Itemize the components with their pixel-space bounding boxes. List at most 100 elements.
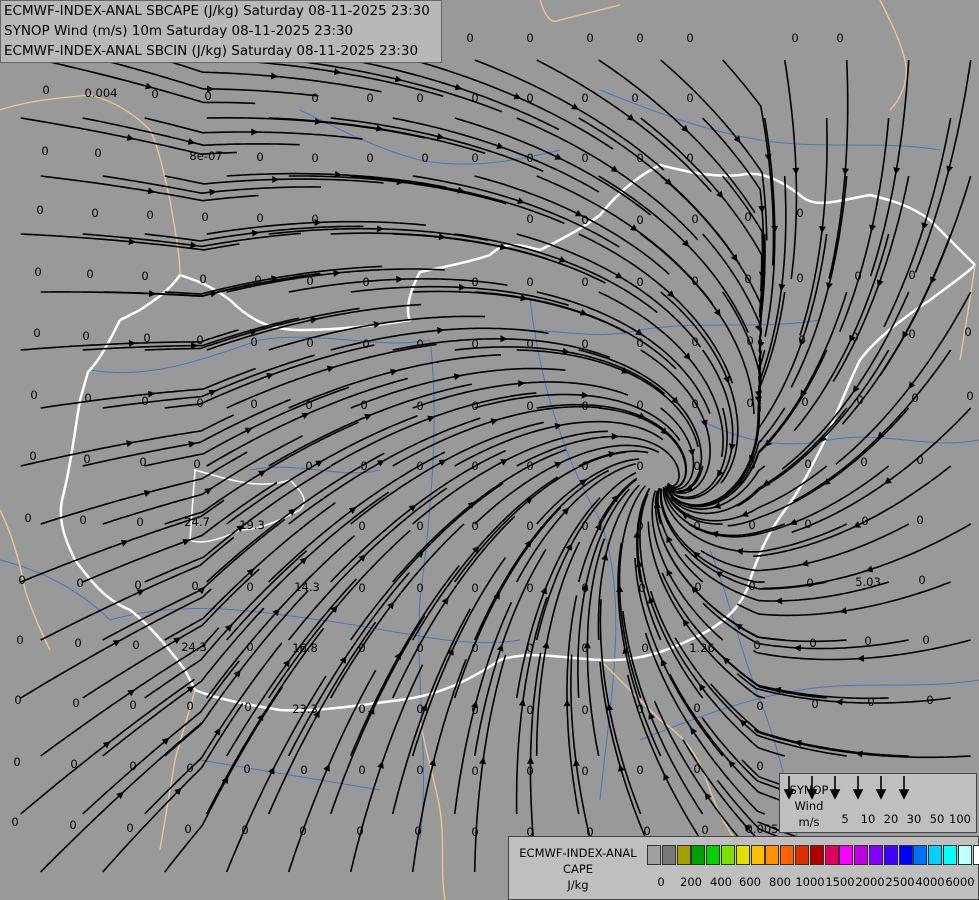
streamline xyxy=(102,435,303,525)
map-value-label: 0 xyxy=(691,397,699,411)
cape-legend: ECMWF-INDEX-ANAL CAPE J/kg 0 200 400 600 800… xyxy=(508,836,979,900)
streamline xyxy=(722,59,775,266)
streamline-arrow-icon xyxy=(616,584,624,592)
streamline-arrow-icon xyxy=(728,443,736,451)
streamline-arrow-icon xyxy=(233,670,241,678)
streamline-arrow-icon xyxy=(436,132,445,140)
map-value-label: 0 xyxy=(911,391,919,405)
map-value-label: 0 xyxy=(199,272,207,286)
streamline-arrow-icon xyxy=(826,282,833,290)
map-value-label: 0 xyxy=(636,702,644,716)
map-value-label: 0 xyxy=(76,576,84,590)
map-value-label: 0 xyxy=(416,399,424,413)
streamline xyxy=(226,343,437,409)
streamline xyxy=(268,315,486,351)
map-value-label: 0 xyxy=(256,150,264,164)
map-value-label: 0 xyxy=(581,151,589,165)
streamline-arrow-icon xyxy=(835,698,843,706)
streamline xyxy=(598,291,724,457)
map-value-label: 0 xyxy=(753,638,761,652)
streamline-arrow-icon xyxy=(563,699,571,707)
streamline xyxy=(411,557,507,757)
outer-border xyxy=(539,0,621,22)
map-value-label: 0 xyxy=(791,31,799,45)
map-value-label: 0 xyxy=(581,459,589,473)
streamline-arrow-icon xyxy=(682,618,690,627)
streamline xyxy=(515,463,636,583)
map-value-label: 0 xyxy=(94,146,102,160)
wind-legend-value: 10 xyxy=(860,812,876,826)
map-value-label: 0 xyxy=(471,764,479,778)
map-value-label: 0 xyxy=(916,453,924,467)
map-value-label: 0 xyxy=(358,763,366,777)
map-value-label: 0 xyxy=(246,640,254,654)
map-value-label: 0 xyxy=(79,513,87,527)
outer-border xyxy=(419,719,446,900)
map-value-label: 0 xyxy=(748,518,756,532)
map-value-label: 0 xyxy=(139,455,147,469)
streamline-arrow-icon xyxy=(143,489,152,497)
streamline-arrow-icon xyxy=(333,68,342,76)
map-value-label: 0 xyxy=(526,764,534,778)
map-value-label: 24.3 xyxy=(181,640,207,654)
map-value-label: 0 xyxy=(250,397,258,411)
map-value-label: 0 xyxy=(638,581,646,595)
map-value-label: 0 xyxy=(414,824,422,838)
map-value-label: 0 xyxy=(471,337,479,351)
streamline-arrow-icon xyxy=(542,641,550,649)
map-value-label: 0 xyxy=(36,203,44,217)
map-value-label: 0 xyxy=(748,579,756,593)
map-value-label: 0 xyxy=(416,702,424,716)
map-value-label: 0 xyxy=(244,700,252,714)
streamline xyxy=(914,59,972,273)
wind-streamlines xyxy=(20,59,972,873)
map-value-label: 0 xyxy=(693,762,701,776)
map-value-label: 0 xyxy=(311,151,319,165)
map-canvas xyxy=(0,0,979,900)
header-line-sbcape: ECMWF-INDEX-ANAL SBCAPE (J/kg) Saturday … xyxy=(4,3,430,19)
streamline-arrow-icon xyxy=(713,308,721,317)
map-value-label: 0 xyxy=(471,275,479,289)
streamline-arrow-icon xyxy=(500,335,508,343)
map-value-label: 0 xyxy=(798,333,806,347)
map-value-label: 0 xyxy=(856,393,864,407)
map-value-label: 0 xyxy=(129,698,137,712)
map-value-label: 0 xyxy=(70,757,78,771)
streamline-arrow-icon xyxy=(310,316,318,324)
map-value-label: 0 xyxy=(526,212,534,226)
wind-legend-value: 20 xyxy=(883,812,899,826)
map-value-label: 0 xyxy=(796,206,804,220)
map-value-label: 0 xyxy=(918,573,926,587)
streamline-arrow-icon xyxy=(396,275,404,283)
streamline-arrow-icon xyxy=(758,205,766,214)
map-value-label: 0 xyxy=(243,762,251,776)
cape-color-swatch xyxy=(883,845,898,865)
map-value-label: 0 xyxy=(24,511,32,525)
map-value-label: 0 xyxy=(636,151,644,165)
map-value-label: 0 xyxy=(809,636,817,650)
map-value-label: 0 xyxy=(11,815,19,829)
map-value-label: 0 xyxy=(526,459,534,473)
streamline-arrow-icon xyxy=(437,326,445,334)
map-value-label: 0 xyxy=(922,633,930,647)
map-value-label: 0 xyxy=(151,87,159,101)
map-value-label: 0 xyxy=(526,337,534,351)
map-value-label: 0 xyxy=(471,581,479,595)
map-value-label: 0 xyxy=(306,336,314,350)
map-value-label: 0 xyxy=(581,91,589,105)
streamline xyxy=(660,175,763,359)
map-value-label: 0 xyxy=(701,823,709,837)
streamline xyxy=(598,407,687,489)
map-value-label: 0 xyxy=(13,755,21,769)
map-value-label: 0 xyxy=(416,91,424,105)
map-value-label: 0 xyxy=(756,699,764,713)
map-value-label: 0 xyxy=(366,151,374,165)
map-value-label: 0 xyxy=(358,702,366,716)
map-value-label: 0 xyxy=(916,513,924,527)
streamline xyxy=(454,117,652,216)
streamline-arrow-icon xyxy=(376,225,384,233)
cape-color-swatch xyxy=(972,845,979,865)
map-value-label: 0 xyxy=(69,818,77,832)
map-value-label: 0 xyxy=(636,213,644,227)
header-box: ECMWF-INDEX-ANAL SBCAPE (J/kg) Saturday … xyxy=(0,0,442,63)
